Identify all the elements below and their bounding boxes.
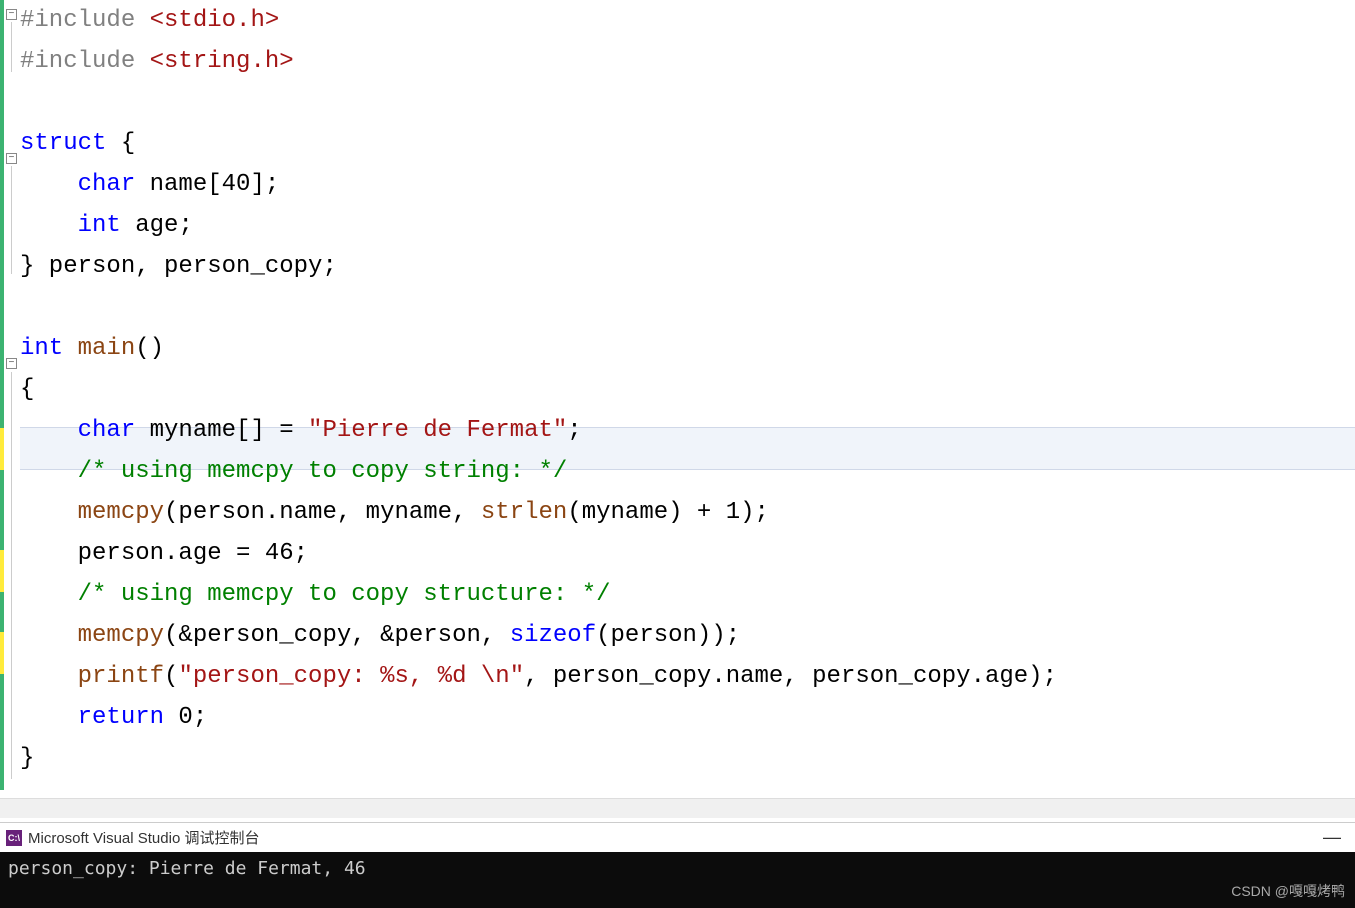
code-token-kw: char bbox=[78, 171, 136, 198]
code-line[interactable]: struct { bbox=[20, 123, 1355, 164]
fold-toggle[interactable] bbox=[6, 153, 17, 164]
unsaved-marker bbox=[0, 632, 4, 674]
code-token-kw: sizeof bbox=[510, 622, 596, 649]
code-line[interactable]: int main() bbox=[20, 328, 1355, 369]
code-line[interactable]: /* using memcpy to copy structure: */ bbox=[20, 574, 1355, 615]
code-token-cmt: /* using memcpy to copy structure: */ bbox=[78, 581, 611, 608]
code-token-plain bbox=[20, 417, 78, 444]
code-line[interactable]: person.age = 46; bbox=[20, 533, 1355, 574]
code-token-plain bbox=[20, 171, 78, 198]
code-token-plain bbox=[20, 704, 78, 731]
console-icon: C:\ bbox=[6, 830, 22, 846]
code-line[interactable]: /* using memcpy to copy string: */ bbox=[20, 451, 1355, 492]
code-token-func: memcpy bbox=[78, 622, 164, 649]
fold-line bbox=[11, 372, 12, 779]
code-line[interactable] bbox=[20, 82, 1355, 123]
code-token-plain: () bbox=[135, 335, 164, 362]
code-token-plain: ( bbox=[164, 663, 178, 690]
code-token-plain bbox=[20, 212, 78, 239]
watermark: CSDN @嘎嘎烤鸭 bbox=[1231, 880, 1345, 902]
code-line[interactable]: #include <string.h> bbox=[20, 41, 1355, 82]
code-token-plain: person.age = 46; bbox=[20, 540, 308, 567]
code-line[interactable]: { bbox=[20, 369, 1355, 410]
code-token-plain: { bbox=[106, 130, 135, 157]
code-line[interactable]: return 0; bbox=[20, 697, 1355, 738]
code-line[interactable]: #include <stdio.h> bbox=[20, 0, 1355, 41]
code-line[interactable] bbox=[20, 287, 1355, 328]
code-token-pre: #include bbox=[20, 48, 135, 75]
code-token-plain: } person, person_copy; bbox=[20, 253, 337, 280]
code-token-kw: struct bbox=[20, 130, 106, 157]
horizontal-scrollbar[interactable] bbox=[0, 798, 1355, 818]
code-token-plain bbox=[20, 663, 78, 690]
code-line[interactable]: memcpy(person.name, myname, strlen(mynam… bbox=[20, 492, 1355, 533]
code-token-plain: , person_copy.name, person_copy.age); bbox=[524, 663, 1057, 690]
console-title: Microsoft Visual Studio 调试控制台 bbox=[28, 827, 259, 848]
code-token-plain: (&person_copy, &person, bbox=[164, 622, 510, 649]
console-output-line: person_copy: Pierre de Fermat, 46 bbox=[8, 858, 1347, 880]
code-line[interactable]: memcpy(&person_copy, &person, sizeof(per… bbox=[20, 615, 1355, 656]
code-line[interactable]: int age; bbox=[20, 205, 1355, 246]
code-editor[interactable]: #include <stdio.h>#include <string.h> st… bbox=[0, 0, 1355, 808]
code-token-plain: (myname) + 1); bbox=[567, 499, 769, 526]
code-content[interactable]: #include <stdio.h>#include <string.h> st… bbox=[20, 0, 1355, 779]
code-token-str: "Pierre de Fermat" bbox=[308, 417, 567, 444]
code-token-plain: 0; bbox=[164, 704, 207, 731]
fold-line bbox=[11, 166, 12, 274]
code-token-pre: #include bbox=[20, 7, 135, 34]
code-line[interactable]: } person, person_copy; bbox=[20, 246, 1355, 287]
code-token-plain: ; bbox=[567, 417, 581, 444]
minimize-button[interactable]: — bbox=[1315, 827, 1349, 848]
code-token-hdr: <string.h> bbox=[150, 48, 294, 75]
code-token-plain: } bbox=[20, 745, 34, 772]
code-token-hdr: <stdio.h> bbox=[150, 7, 280, 34]
code-token-func: memcpy bbox=[78, 499, 164, 526]
fold-toggle[interactable] bbox=[6, 358, 17, 369]
console-titlebar[interactable]: C:\ Microsoft Visual Studio 调试控制台 — bbox=[0, 822, 1355, 852]
code-line[interactable]: } bbox=[20, 738, 1355, 779]
code-token-plain bbox=[135, 48, 149, 75]
code-token-kw: return bbox=[78, 704, 164, 731]
code-line[interactable]: char myname[] = "Pierre de Fermat"; bbox=[20, 410, 1355, 451]
code-token-kw: int bbox=[20, 335, 63, 362]
code-token-plain: (person.name, myname, bbox=[164, 499, 481, 526]
code-token-plain bbox=[135, 7, 149, 34]
code-token-str: "person_copy: %s, %d \n" bbox=[178, 663, 524, 690]
code-token-plain bbox=[20, 581, 78, 608]
code-token-plain bbox=[20, 622, 78, 649]
console-output[interactable]: person_copy: Pierre de Fermat, 46 CSDN @… bbox=[0, 852, 1355, 908]
fold-gutter bbox=[6, 0, 20, 790]
code-token-plain: myname[] = bbox=[135, 417, 308, 444]
fold-line bbox=[11, 22, 12, 72]
code-token-func: main bbox=[78, 335, 136, 362]
code-token-plain bbox=[20, 458, 78, 485]
code-token-func: strlen bbox=[481, 499, 567, 526]
code-token-plain bbox=[20, 499, 78, 526]
code-token-cmt: /* using memcpy to copy string: */ bbox=[78, 458, 568, 485]
code-token-plain bbox=[63, 335, 77, 362]
code-token-plain: (person)); bbox=[596, 622, 740, 649]
code-line[interactable]: char name[40]; bbox=[20, 164, 1355, 205]
code-token-kw: int bbox=[78, 212, 121, 239]
code-token-plain: age; bbox=[121, 212, 193, 239]
code-line[interactable]: printf("person_copy: %s, %d \n", person_… bbox=[20, 656, 1355, 697]
fold-toggle[interactable] bbox=[6, 9, 17, 20]
unsaved-marker bbox=[0, 428, 4, 470]
code-token-plain: { bbox=[20, 376, 34, 403]
code-token-plain: name[40]; bbox=[135, 171, 279, 198]
unsaved-marker bbox=[0, 550, 4, 592]
code-token-func: printf bbox=[78, 663, 164, 690]
code-token-kw: char bbox=[78, 417, 136, 444]
